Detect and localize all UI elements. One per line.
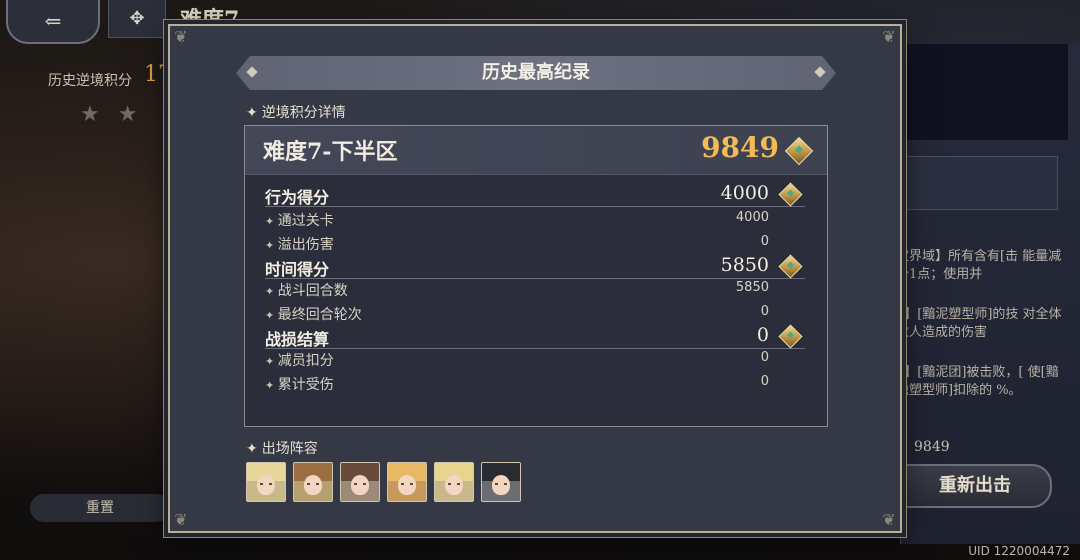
stage-rule-text: 6】[黯泥塑型师]的技 对全体敌人造成的伤害 <box>896 307 1062 340</box>
avatar-face <box>492 475 510 495</box>
score-row-value: 4000 <box>735 210 769 225</box>
stage-info-box <box>906 156 1058 210</box>
sparkle-icon: ✦ <box>246 441 258 457</box>
lineup-list <box>246 462 521 502</box>
score-row-value: 5850 <box>720 254 769 276</box>
dialog-title: 历史最高纪录 <box>482 62 590 83</box>
score-item-row: 减员扣分 0 <box>265 350 805 372</box>
score-item-row: 累计受伤 0 <box>265 374 805 396</box>
character-avatar[interactable] <box>340 462 380 502</box>
score-row-label: 战损结算 <box>265 330 330 349</box>
avatar-face <box>398 475 416 495</box>
score-gem-icon <box>778 182 803 207</box>
redeploy-button[interactable]: 重新出击 <box>898 464 1052 508</box>
star-icon: ★ <box>80 102 100 127</box>
stage-rule-text: 7】[黯泥团]被击败，[ 使[黯蚀塑型师]扣除的 %。 <box>896 365 1059 398</box>
total-score: 9849 <box>701 131 779 164</box>
score-category-row: 战损结算 0 <box>265 324 805 349</box>
score-row-value: 0 <box>756 324 769 346</box>
user-id: UID 1220004472 <box>968 544 1070 558</box>
avatar-face <box>304 475 322 495</box>
score-details-panel: 难度7-下半区 9849 行为得分 4000 通过关卡 4000 溢出伤害 0 时间得分 58… <box>244 125 828 427</box>
score-row-label: 通过关卡 <box>265 210 334 230</box>
score-item-row: 最终回合轮次 0 <box>265 304 805 326</box>
character-avatar[interactable] <box>387 462 427 502</box>
avatar-face <box>445 475 463 495</box>
corner-ornament-icon: ❦ <box>882 27 896 46</box>
score-row-label: 减员扣分 <box>265 350 334 370</box>
score-row-value: 4000 <box>720 182 769 204</box>
score-row-label: 战斗回合数 <box>265 280 348 300</box>
avatar-eyes <box>495 483 507 485</box>
stage-rule-text: 定界域】所有含有[击 能量减少1点；使用并 <box>896 249 1062 282</box>
score-row-value: 0 <box>760 304 769 319</box>
avatar-face <box>257 475 275 495</box>
score-gem-icon <box>784 136 814 166</box>
character-avatar[interactable] <box>246 462 286 502</box>
score-header: 难度7-下半区 9849 <box>245 126 827 175</box>
character-avatar[interactable] <box>481 462 521 502</box>
history-score-label: 历史逆境积分 <box>48 73 132 89</box>
score-item-row: 通过关卡 4000 <box>265 210 805 232</box>
score-category-row: 时间得分 5850 <box>265 254 805 279</box>
stage-preview <box>900 44 1068 140</box>
score-row-value: 0 <box>760 374 769 389</box>
dialog-title-banner: 历史最高纪录 <box>236 56 836 90</box>
lineup-heading: ✦ 出场阵容 <box>246 438 318 458</box>
avatar-eyes <box>354 483 366 485</box>
best-score-text: ：9849 <box>900 439 950 455</box>
menu-button[interactable]: ✥ <box>108 0 166 38</box>
score-row-value: 5850 <box>735 280 769 295</box>
back-arrow-icon: ⇐ <box>44 9 62 33</box>
sparkle-icon: ✦ <box>246 105 258 121</box>
score-row-label: 累计受伤 <box>265 374 334 394</box>
corner-ornament-icon: ❦ <box>882 510 896 529</box>
character-avatar[interactable] <box>293 462 333 502</box>
score-gem-icon <box>778 324 803 349</box>
score-row-label: 行为得分 <box>265 188 330 207</box>
character-avatar[interactable] <box>434 462 474 502</box>
grid-icon: ✥ <box>129 7 145 29</box>
score-details-heading: ✦ 逆境积分详情 <box>246 102 346 122</box>
score-item-row: 溢出伤害 0 <box>265 234 805 256</box>
back-button[interactable]: ⇐ <box>6 0 100 44</box>
score-gem-icon <box>778 254 803 279</box>
corner-ornament-icon: ❦ <box>174 510 188 529</box>
avatar-eyes <box>260 483 272 485</box>
avatar-eyes <box>307 483 319 485</box>
score-row-label: 最终回合轮次 <box>265 304 362 324</box>
score-row-label: 溢出伤害 <box>265 234 334 254</box>
score-row-value: 0 <box>760 350 769 365</box>
lineup-label: 出场阵容 <box>261 441 318 457</box>
difficulty-name: 难度7-下半区 <box>263 139 398 165</box>
avatar-eyes <box>448 483 460 485</box>
reset-button[interactable]: 重置 <box>30 494 170 522</box>
star-icon: ★ <box>117 102 138 127</box>
score-details-label: 逆境积分详情 <box>261 105 346 121</box>
star-rating: ★ ★ <box>80 102 137 127</box>
score-category-row: 行为得分 4000 <box>265 182 805 207</box>
record-dialog: ❦ ❦ ❦ ❦ 历史最高纪录 ✦ 逆境积分详情 难度7-下半区 9849 行为得分… <box>168 24 902 533</box>
avatar-face <box>351 475 369 495</box>
score-row-value: 0 <box>760 234 769 249</box>
corner-ornament-icon: ❦ <box>174 27 188 46</box>
score-item-row: 战斗回合数 5850 <box>265 280 805 302</box>
avatar-eyes <box>401 483 413 485</box>
score-row-label: 时间得分 <box>265 260 330 279</box>
